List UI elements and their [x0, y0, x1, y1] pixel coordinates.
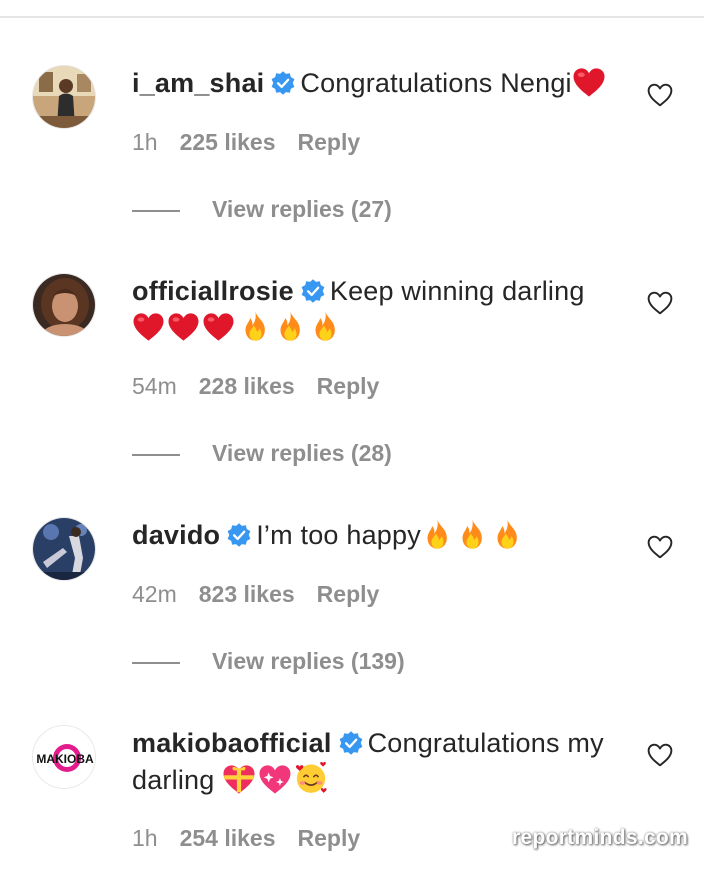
replies-divider: [132, 209, 180, 212]
avatar[interactable]: [32, 273, 96, 337]
verified-badge-icon: [226, 522, 252, 548]
view-replies-label: View replies (139): [212, 648, 405, 674]
heart-outline-icon[interactable]: [647, 535, 673, 559]
reply-button[interactable]: Reply: [317, 581, 380, 607]
comment-time: 1h: [132, 825, 158, 851]
verified-badge-icon: [300, 278, 326, 304]
fire-emoji-icon: [456, 518, 489, 550]
replies-divider: [132, 661, 180, 664]
verified-badge-icon: [338, 730, 364, 756]
comment-username[interactable]: makiobaofficial: [132, 728, 332, 758]
red-heart-emoji-icon: [167, 312, 200, 342]
view-replies-button[interactable]: View replies (28): [132, 440, 392, 467]
comment-username[interactable]: davido: [132, 520, 220, 550]
comment-username[interactable]: officiallrosie: [132, 276, 294, 306]
comment-time: 54m: [132, 373, 177, 399]
comment-body: Keep winning darling: [329, 276, 585, 306]
fire-emoji-icon: [309, 310, 342, 342]
comment-meta: 1h 225 likes Reply: [132, 129, 360, 156]
top-divider: [0, 16, 704, 18]
comment-body: I’m too happy: [256, 520, 421, 550]
replies-divider: [132, 453, 180, 456]
comment-meta: 1h 254 likes Reply: [132, 825, 360, 852]
avatar[interactable]: MAKIOBA: [32, 725, 96, 789]
fire-emoji-icon: [421, 518, 454, 550]
comment-username[interactable]: i_am_shai: [132, 68, 264, 98]
comment-body-continued: darling: [132, 765, 215, 795]
avatar-logo-text: MAKIOBA: [36, 752, 94, 766]
verified-badge-icon: [270, 70, 296, 96]
fire-emoji-icon: [491, 518, 524, 550]
avatar[interactable]: [32, 65, 96, 129]
view-replies-button[interactable]: View replies (139): [132, 648, 405, 675]
reply-button[interactable]: Reply: [298, 129, 361, 155]
comment-time: 42m: [132, 581, 177, 607]
comment-likes[interactable]: 225 likes: [180, 129, 276, 155]
red-heart-emoji-icon: [202, 312, 235, 342]
heart-outline-icon[interactable]: [647, 83, 673, 107]
view-replies-label: View replies (28): [212, 440, 392, 466]
comment-text: officiallrosie Keep winning darling: [132, 273, 617, 345]
comment-body: Congratulations Nengi: [300, 68, 572, 98]
view-replies-button[interactable]: View replies (27): [132, 196, 392, 223]
reply-button[interactable]: Reply: [317, 373, 380, 399]
fire-emoji-icon: [274, 310, 307, 342]
comment-likes[interactable]: 823 likes: [199, 581, 295, 607]
comment-text: davido I’m too happy: [132, 517, 617, 553]
comment-likes[interactable]: 228 likes: [199, 373, 295, 399]
red-heart-emoji-icon: [572, 67, 606, 98]
comment-meta: 54m 228 likes Reply: [132, 373, 379, 400]
gift-heart-emoji-icon: [222, 764, 256, 795]
smiling-face-with-hearts-emoji-icon: [294, 761, 328, 795]
watermark: reportminds.com: [512, 826, 689, 849]
fire-emoji-icon: [239, 310, 272, 342]
comment-likes[interactable]: 254 likes: [180, 825, 276, 851]
red-heart-emoji-icon: [132, 312, 165, 342]
view-replies-label: View replies (27): [212, 196, 392, 222]
comment-text: makiobaofficial Congratulations my darlin…: [132, 725, 617, 798]
heart-outline-icon[interactable]: [647, 743, 673, 767]
comment-meta: 42m 823 likes Reply: [132, 581, 379, 608]
avatar[interactable]: [32, 517, 96, 581]
comment-text: i_am_shai Congratulations Nengi: [132, 65, 617, 101]
comment-body: Congratulations my: [367, 728, 604, 758]
heart-outline-icon[interactable]: [647, 291, 673, 315]
comment-time: 1h: [132, 129, 158, 155]
sparkling-heart-emoji-icon: [258, 764, 292, 795]
reply-button[interactable]: Reply: [298, 825, 361, 851]
